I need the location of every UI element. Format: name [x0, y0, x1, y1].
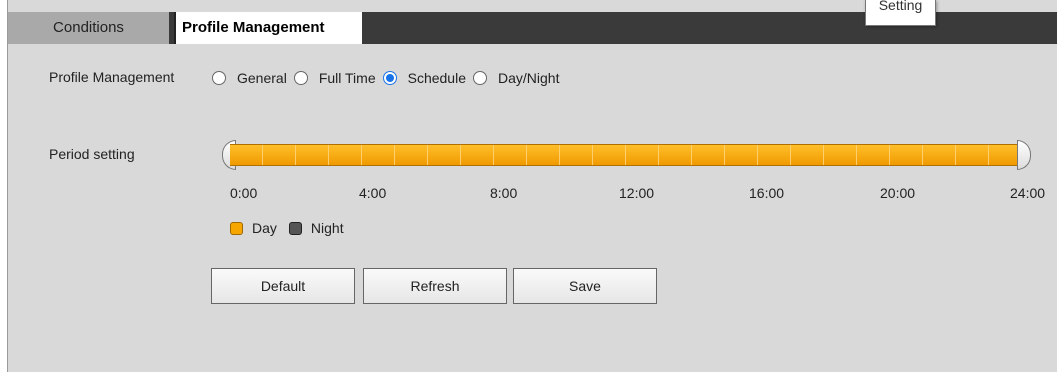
tick-label: 16:00: [749, 185, 785, 201]
radio-full-time-label: Full Time: [318, 70, 376, 86]
tick-label: 0:00: [230, 185, 258, 201]
radio-schedule[interactable]: [382, 71, 397, 85]
refresh-button[interactable]: Refresh: [363, 268, 507, 304]
tick-label: 8:00: [490, 185, 518, 201]
legend-night-label: Night: [310, 220, 344, 236]
save-button[interactable]: Save: [513, 268, 657, 304]
radio-day-night[interactable]: [473, 71, 487, 85]
radio-option-schedule[interactable]: Schedule: [382, 70, 466, 86]
tab-conditions[interactable]: Conditions: [8, 12, 169, 44]
radio-general-label: General: [237, 70, 287, 86]
setting-tooltip: Setting: [865, 0, 936, 26]
radio-option-general[interactable]: General: [212, 70, 287, 86]
radio-option-day-night[interactable]: Day/Night: [473, 70, 559, 86]
day-swatch-icon: [230, 221, 243, 235]
period-timeline[interactable]: [230, 144, 1018, 166]
radio-option-full-time[interactable]: Full Time: [293, 70, 376, 86]
tick-label: 4:00: [359, 185, 387, 201]
radio-general[interactable]: [212, 71, 226, 85]
tick-label: 24:00: [1010, 185, 1046, 201]
timeline-segment-lines: [230, 145, 1018, 165]
radio-schedule-label: Schedule: [407, 70, 466, 86]
legend-day-label: Day: [252, 220, 277, 236]
tick-label: 12:00: [619, 185, 655, 201]
night-swatch-icon: [288, 221, 302, 235]
radio-day-night-label: Day/Night: [498, 70, 560, 86]
profile-management-label: Profile Management: [49, 69, 175, 85]
radio-full-time[interactable]: [293, 71, 308, 85]
tick-label: 20:00: [880, 185, 916, 201]
timeline-end-handle[interactable]: [1017, 140, 1031, 170]
default-button[interactable]: Default: [211, 268, 355, 304]
period-setting-label: Period setting: [49, 146, 135, 162]
tab-profile-management[interactable]: Profile Management: [174, 12, 362, 44]
period-legend: Day Night: [230, 220, 344, 236]
profile-radio-group: General Full Time Schedule Day/Night: [212, 67, 566, 89]
settings-panel: Conditions Profile Management Setting Pr…: [7, 0, 1057, 372]
